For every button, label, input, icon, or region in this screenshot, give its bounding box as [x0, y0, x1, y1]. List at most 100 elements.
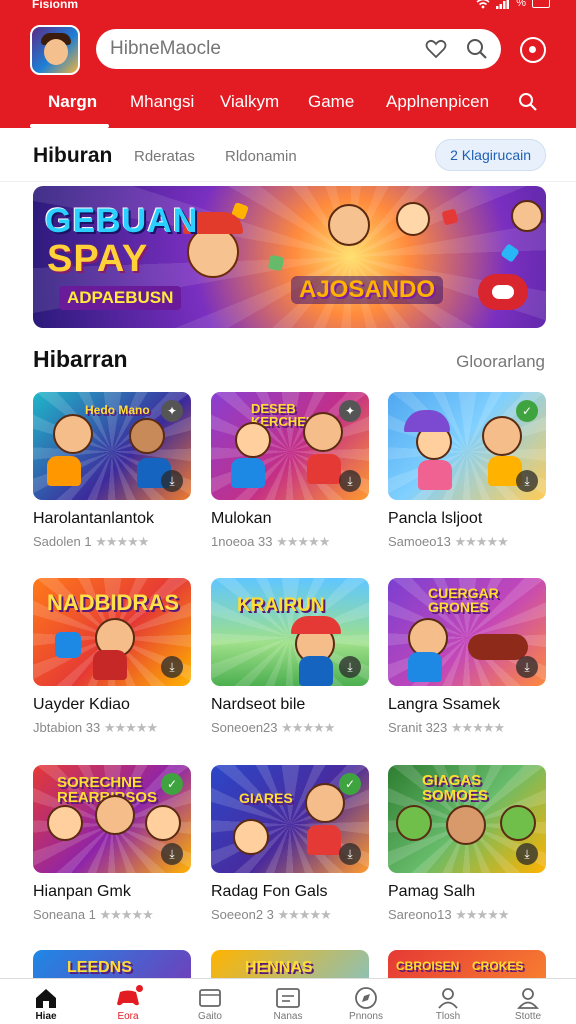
game-thumbnail: DESEB KERCHELER ✦ ⤓ [211, 392, 369, 500]
tab-vialkym[interactable]: Vialkym [220, 92, 279, 112]
game-title: Nardseot bile [211, 696, 306, 713]
section-filter-1[interactable]: Rderatas [134, 148, 195, 165]
search-icon[interactable] [466, 38, 488, 60]
game-meta: Sranit 323 ★★★★★ [388, 720, 505, 735]
apps-icon [198, 987, 222, 1009]
battery-percent: % [516, 0, 526, 9]
game-thumbnail: SORECHNE REARBIRSOS ✓ ⤓ [33, 765, 191, 873]
bottom-navigation: Hiae Eora Gaito Nanas Pnnons Tlosh Stott… [0, 978, 576, 1024]
game-card[interactable]: Hedo Mano ✦ ⤓ Harolantanlantok Sadolen 1… [33, 392, 191, 550]
game-card-partial[interactable]: HENNAS [211, 950, 369, 978]
rating-stars: ★★★★★ [103, 720, 158, 735]
rating-stars: ★★★★★ [276, 534, 330, 549]
promo-banner[interactable]: GEBUAN SPAY ADPAEBUSN AJOSANDO [33, 186, 546, 328]
game-meta: 1noeoa 33 ★★★★★ [211, 534, 330, 549]
battery-icon [532, 0, 550, 8]
hero-character-2 [396, 202, 430, 236]
nav-profile[interactable]: Stotte [488, 979, 568, 1024]
section-filter-2[interactable]: Rldonamin [225, 148, 297, 165]
person-icon [436, 987, 460, 1009]
game-thumbnail: ✓ ⤓ [388, 392, 546, 500]
banner-logo-text: AJOSANDO [291, 276, 444, 304]
game-meta: Soneana 1 ★★★★★ [33, 907, 154, 922]
game-card-partial[interactable]: LEEDNS [33, 950, 191, 978]
game-card[interactable]: SORECHNE REARBIRSOS ✓ ⤓ Hianpan Gmk Sone… [33, 765, 191, 923]
tab-nargn[interactable]: Nargn [48, 92, 97, 112]
profile-icon [516, 987, 540, 1009]
status-time: Fisionm [32, 0, 79, 11]
game-thumbnail: CUERGAR GRONES ⤓ [388, 578, 546, 686]
hero-character-1 [328, 204, 370, 246]
game-title: Mulokan [211, 510, 272, 527]
media-icon [276, 987, 300, 1009]
see-more-link[interactable]: Gloorarlang [456, 352, 545, 372]
section-header-hiburan: Hiburan Rderatas Rldonamin 2 Klagirucain [0, 130, 576, 182]
game-title: Pancla lsljoot [388, 510, 483, 527]
nav-games[interactable]: Eora [88, 979, 168, 1024]
game-thumbnail: NADBIDRAS ⤓ [33, 578, 191, 686]
search-input[interactable] [110, 38, 420, 60]
game-card[interactable]: ✓ ⤓ Pancla lsljoot Samoeo13 ★★★★★ [388, 392, 546, 550]
category-tabs: Nargn Mhangsi Vialkym Game Applnenpicen [0, 84, 576, 128]
game-meta: Soneoen23 ★★★★★ [211, 720, 335, 735]
compass-icon [354, 987, 378, 1009]
game-card-partial[interactable]: CBROISEN CROKES [388, 950, 546, 978]
game-meta: Sareono13 ★★★★★ [388, 907, 510, 922]
rating-stars: ★★★★★ [277, 907, 332, 922]
game-title: Harolantanlantok [33, 510, 154, 527]
app-screen: Fisionm % Nargn Mhangsi Vial [0, 0, 576, 1024]
rating-stars: ★★★★★ [450, 720, 505, 735]
settings-icon[interactable] [520, 37, 546, 63]
tab-applnenpicen[interactable]: Applnenpicen [386, 92, 489, 112]
game-card[interactable]: KRAIRUN ⤓ Nardseot bile Soneoen23 ★★★★★ [211, 578, 369, 736]
avatar[interactable] [30, 25, 80, 75]
tab-game[interactable]: Game [308, 92, 354, 112]
game-title: Uayder Kdiao [33, 696, 130, 713]
category-chip[interactable]: 2 Klagirucain [435, 139, 546, 171]
wifi-icon [476, 0, 490, 8]
status-bar: Fisionm % [0, 0, 576, 14]
rating-stars: ★★★★★ [99, 907, 154, 922]
game-card[interactable]: GIARES ✓ ⤓ Radag Fon Gals Soeeon2 3 ★★★★… [211, 765, 369, 923]
game-card[interactable]: NADBIDRAS ⤓ Uayder Kdiao Jbtabion 33 ★★★… [33, 578, 191, 736]
nav-media[interactable]: Nanas [248, 979, 328, 1024]
game-meta: Jbtabion 33 ★★★★★ [33, 720, 158, 735]
tab-search-icon[interactable] [518, 92, 538, 117]
game-thumbnail: Hedo Mano ✦ ⤓ [33, 392, 191, 500]
rating-stars: ★★★★★ [281, 720, 335, 735]
top-header: Fisionm % Nargn Mhangsi Vial [0, 0, 576, 128]
game-meta: Soeeon2 3 ★★★★★ [211, 907, 332, 922]
game-card[interactable]: GIAGAS SOMOES ⤓ Pamag Salh Sareono13 ★★★… [388, 765, 546, 923]
signal-icon [496, 0, 510, 9]
download-icon: ⤓ [161, 470, 183, 492]
nav-home[interactable]: Hiae [6, 979, 86, 1024]
game-meta: Sadolen 1 ★★★★★ [33, 534, 149, 549]
game-meta: Samoeo13 ★★★★★ [388, 534, 509, 549]
rating-stars: ★★★★★ [454, 534, 509, 549]
nav-account[interactable]: Tlosh [408, 979, 488, 1024]
rating-stars: ★★★★★ [455, 907, 509, 922]
banner-subtitle: ADPAEBUSN [59, 286, 182, 310]
tab-mhangsi[interactable]: Mhangsi [130, 92, 194, 112]
gamepad-icon: ✦ [161, 400, 183, 422]
game-thumbnail: GIAGAS SOMOES ⤓ [388, 765, 546, 873]
game-title: Radag Fon Gals [211, 883, 328, 900]
game-title: Pamag Salh [388, 883, 476, 900]
game-card[interactable]: CUERGAR GRONES ⤓ Langra Ssamek Sranit 32… [388, 578, 546, 736]
game-thumbnail: GIARES ✓ ⤓ [211, 765, 369, 873]
nav-explore[interactable]: Pnnons [326, 979, 406, 1024]
section-title-hibarran: Hibarran [33, 346, 128, 372]
nav-apps[interactable]: Gaito [170, 979, 250, 1024]
heart-icon[interactable] [425, 38, 447, 60]
game-title: Hianpan Gmk [33, 883, 131, 900]
gamepad-icon [116, 984, 144, 1009]
banner-title-line2: SPAY [47, 238, 149, 280]
gamepad-icon [478, 274, 528, 310]
game-card[interactable]: DESEB KERCHELER ✦ ⤓ Mulokan 1noeoa 33 ★★… [211, 392, 369, 550]
status-icons: % [476, 0, 550, 9]
search-bar [96, 29, 501, 69]
game-thumbnail: KRAIRUN ⤓ [211, 578, 369, 686]
home-icon [34, 987, 58, 1009]
section-title: Hiburan [33, 144, 113, 167]
hero-character-3 [511, 200, 543, 232]
